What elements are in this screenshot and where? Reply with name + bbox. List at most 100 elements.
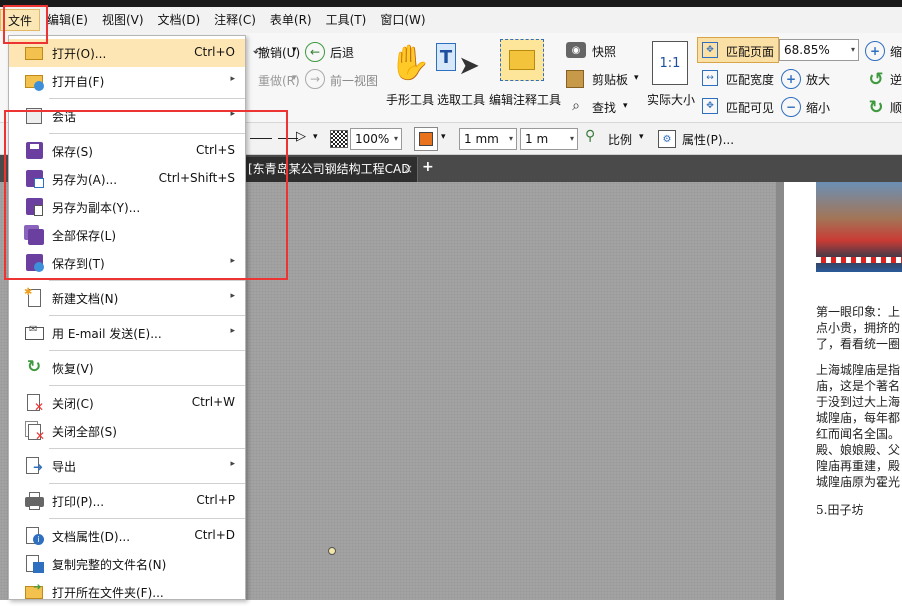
fit-visible-button[interactable]: 匹配可见 (726, 99, 774, 116)
menu-item-save-to[interactable]: 保存到(T) ▸ (9, 249, 245, 277)
hand-tool-button[interactable]: 手形工具 (386, 91, 434, 108)
doc-line-7: 城隍庙，每年都 (816, 411, 901, 425)
tab-close-icon[interactable]: × (403, 157, 413, 182)
zoom-in-small-icon[interactable]: + (865, 41, 885, 61)
clipboard-dropdown-icon[interactable]: ▾ (634, 73, 639, 83)
menu-edit[interactable]: 编辑(E) (40, 9, 95, 31)
opacity-combobox[interactable]: 100% ▾ (350, 128, 402, 150)
menu-item-revert[interactable]: ↻ 恢复(V) (9, 354, 245, 382)
actual-size-button[interactable]: 实际大小 (647, 91, 695, 108)
menu-view[interactable]: 视图(V) (95, 9, 151, 31)
menu-item-document-properties[interactable]: i 文档属性(D)... Ctrl+D (9, 522, 245, 550)
border-width-combobox[interactable]: 1 m ▾ (520, 128, 578, 150)
menu-item-save-as-shortcut: Ctrl+Shift+S (158, 171, 235, 185)
annotation-tool-button[interactable]: 编辑注释工具 (489, 91, 561, 108)
color-picker-button[interactable] (414, 127, 438, 151)
menu-item-save[interactable]: 保存(S) Ctrl+S (9, 137, 245, 165)
menu-item-save-copy-label: 另存为副本(Y)... (52, 201, 141, 215)
file-menu-dropdown: 打开(O)... Ctrl+O 打开自(F) ▸ 会话 ▸ 保存(S) Ctrl… (8, 35, 246, 600)
fit-page-icon: ✥ (702, 42, 718, 58)
menu-item-new-document-label: 新建文档(N) (52, 292, 119, 306)
menu-item-save-as[interactable]: 另存为(A)... Ctrl+Shift+S (9, 165, 245, 193)
clipboard-button[interactable]: 剪贴板 (592, 71, 628, 88)
menu-file[interactable]: 文件 (0, 9, 41, 31)
menu-item-print-label: 打印(P)... (52, 495, 105, 509)
menu-separator (49, 133, 245, 134)
pointer-icon: ➤ (458, 51, 480, 81)
menu-tools[interactable]: 工具(T) (319, 9, 374, 31)
zoom-combobox[interactable]: 68.85% ▾ (779, 39, 859, 61)
zoom-dropdown-icon[interactable]: ▾ (851, 40, 855, 60)
copy-filename-icon (23, 553, 45, 574)
annotation-edit-icon (500, 39, 544, 81)
arrow-style-preview (278, 138, 298, 139)
zoom-in-icon: + (781, 69, 801, 89)
select-tool-button[interactable]: 选取工具 (437, 91, 485, 108)
scale-button[interactable]: 比例 (608, 131, 632, 148)
scale-dropdown-icon[interactable]: ▾ (639, 132, 644, 142)
fit-width-button[interactable]: 匹配宽度 (726, 71, 774, 88)
previous-view-button[interactable]: 前一视图 (330, 72, 378, 89)
menu-form[interactable]: 表单(R) (263, 9, 319, 31)
zoom-out-button[interactable]: 缩小 (806, 99, 830, 116)
clipboard-icon (566, 70, 584, 88)
menu-document[interactable]: 文档(D) (151, 9, 208, 31)
menu-item-print[interactable]: 打印(P)... Ctrl+P (9, 487, 245, 515)
menu-item-save-copy[interactable]: 另存为副本(Y)... (9, 193, 245, 221)
back-button[interactable]: 后退 (330, 44, 354, 61)
menu-item-close-all[interactable]: ✕ 关闭全部(S) (9, 417, 245, 445)
menu-item-session[interactable]: 会话 ▸ (9, 102, 245, 130)
find-dropdown-icon[interactable]: ▾ (623, 101, 628, 111)
properties-icon: ⚙ (658, 130, 676, 148)
line-width-combobox[interactable]: 1 mm ▾ (459, 128, 517, 150)
menu-item-open-label: 打开(O)... (52, 47, 107, 61)
menu-comment[interactable]: 注释(C) (207, 9, 263, 31)
menu-item-email[interactable]: ✉ 用 E-mail 发送(E)... ▸ (9, 319, 245, 347)
new-tab-icon[interactable]: + (422, 159, 434, 175)
menu-window[interactable]: 窗口(W) (373, 9, 432, 31)
menu-item-open[interactable]: 打开(O)... Ctrl+O (9, 39, 245, 67)
line-style-preview (250, 138, 272, 139)
rotate-ccw-button[interactable]: 逆 (890, 71, 902, 88)
rotate-cw-button[interactable]: 顺 (890, 99, 902, 116)
find-button[interactable]: 查找 (592, 99, 616, 116)
menu-item-close[interactable]: ✕ 关闭(C) Ctrl+W (9, 389, 245, 417)
menu-item-export[interactable]: ➜ 导出 ▸ (9, 452, 245, 480)
annotation-point-marker[interactable] (328, 547, 336, 555)
menu-item-save-all[interactable]: 全部保存(L) (9, 221, 245, 249)
border-width-dropdown-icon[interactable]: ▾ (570, 129, 574, 149)
folder-icon: ➜ (23, 581, 45, 602)
menu-item-open-shortcut: Ctrl+O (194, 45, 235, 59)
zoom-in-button[interactable]: 放大 (806, 71, 830, 88)
arrow-style-dropdown-icon[interactable]: ▾ (313, 132, 318, 142)
menu-item-copy-filename-label: 复制完整的文件名(N) (52, 558, 167, 572)
document-tab[interactable]: [东青岛某公司钢结构工程CAD × (246, 157, 418, 182)
redo-dropdown-icon[interactable]: ▾ (292, 73, 297, 83)
menu-separator (49, 483, 245, 484)
back-arrow-icon: ← (305, 42, 325, 62)
menu-item-open-from[interactable]: 打开自(F) ▸ (9, 67, 245, 95)
fit-visible-icon: ✥ (702, 98, 718, 114)
shrink-label[interactable]: 缩 (890, 43, 902, 60)
properties-button[interactable]: 属性(P)... (682, 131, 734, 148)
folder-web-icon (23, 70, 45, 91)
doc-line-1: 第一眼印象：上 (816, 305, 901, 319)
menu-item-copy-filename[interactable]: 复制完整的文件名(N) (9, 550, 245, 578)
fit-page-button[interactable]: 匹配页面 (726, 43, 774, 60)
doc-line-6: 于没到过大上海 (816, 395, 901, 409)
document-info-icon: i (23, 525, 45, 546)
export-icon: ➜ (23, 455, 45, 476)
menu-item-open-folder[interactable]: ➜ 打开所在文件夹(F)... (9, 578, 245, 606)
menu-separator (49, 350, 245, 351)
color-dropdown-icon[interactable]: ▾ (441, 132, 446, 142)
zoom-out-icon: − (781, 97, 801, 117)
snapshot-button[interactable]: 快照 (592, 43, 616, 60)
menu-item-document-properties-shortcut: Ctrl+D (194, 528, 235, 542)
submenu-arrow-icon: ▸ (230, 74, 235, 84)
line-width-dropdown-icon[interactable]: ▾ (509, 129, 513, 149)
menu-item-open-from-label: 打开自(F) (52, 75, 105, 89)
opacity-dropdown-icon[interactable]: ▾ (394, 129, 398, 149)
submenu-arrow-icon: ▸ (230, 291, 235, 301)
menu-item-new-document[interactable]: ✱ 新建文档(N) ▸ (9, 284, 245, 312)
undo-dropdown-icon[interactable]: ▾ (292, 45, 297, 55)
